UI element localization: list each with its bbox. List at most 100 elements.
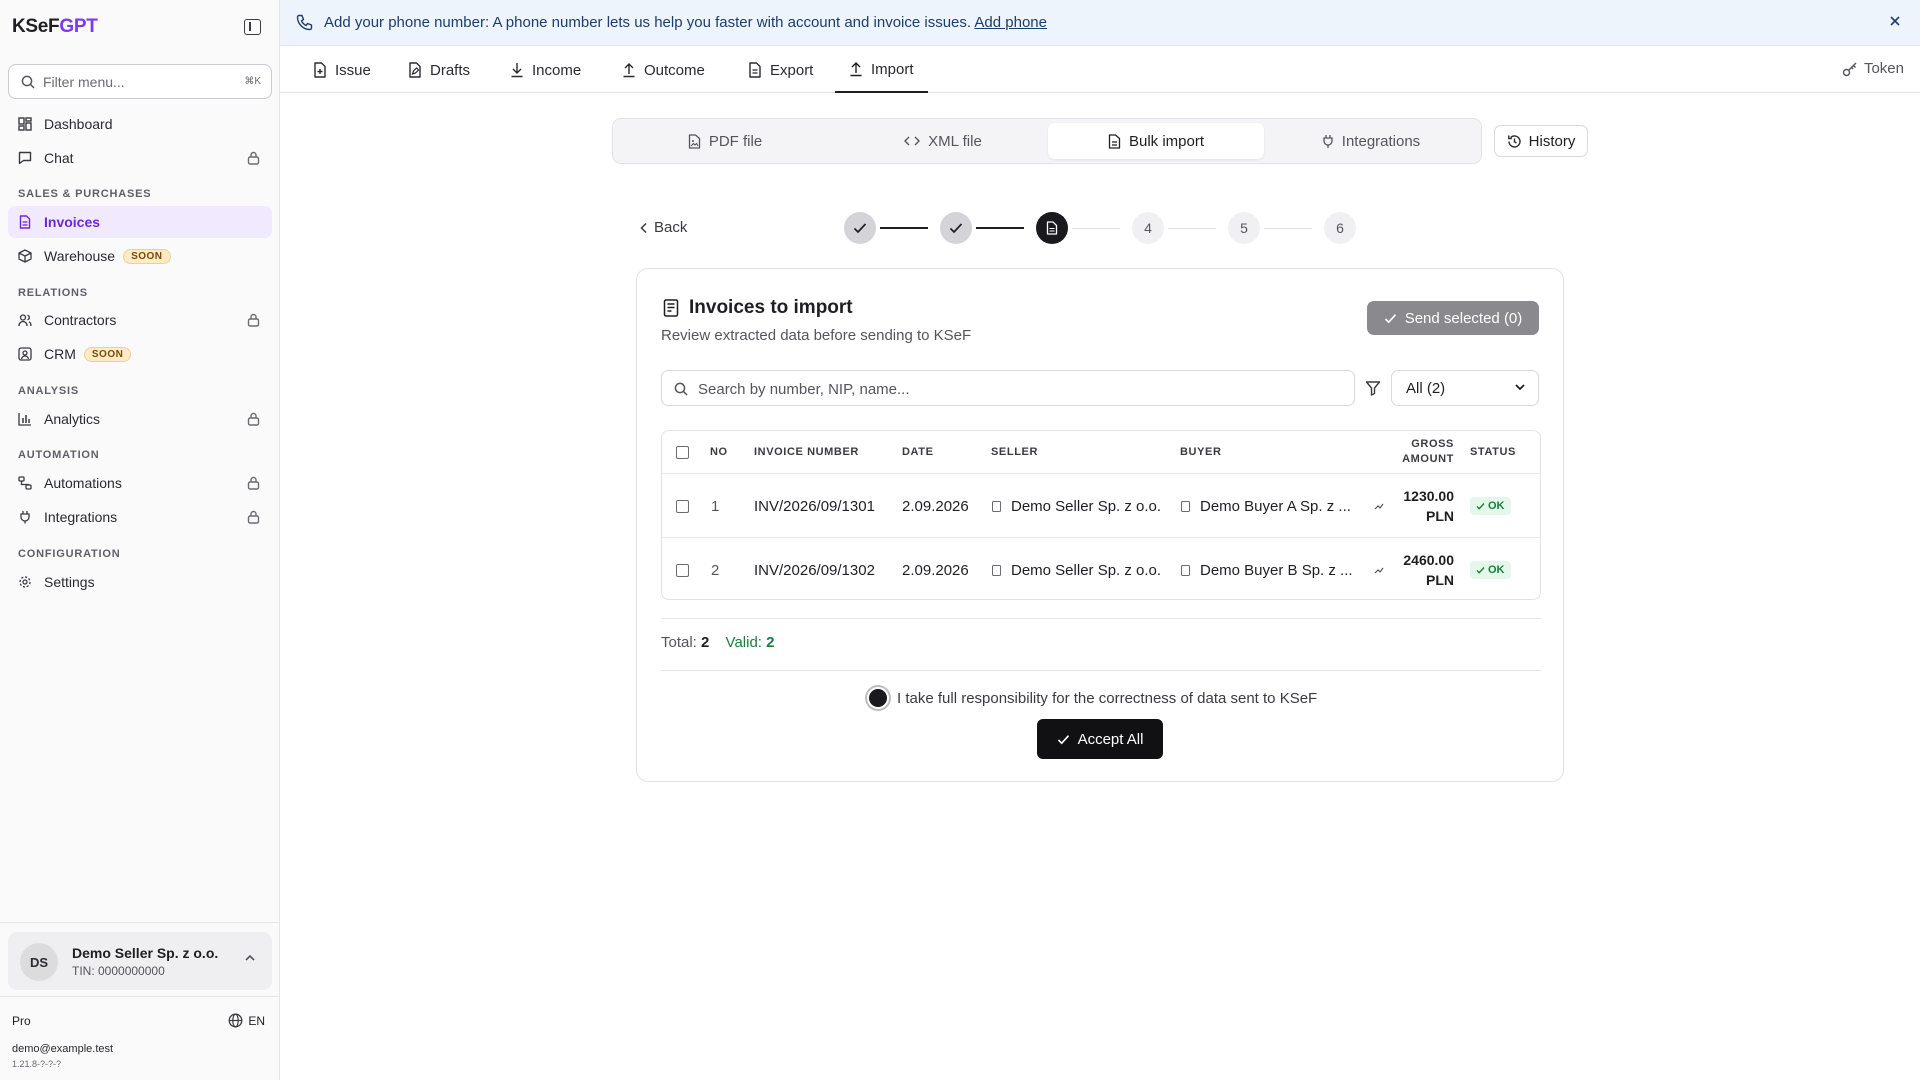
bar-chart-icon xyxy=(18,413,31,426)
check-icon xyxy=(1384,313,1396,323)
status-filter-value: All (2) xyxy=(1406,379,1446,397)
search-icon xyxy=(674,382,688,396)
chevron-left-icon xyxy=(640,222,647,233)
account-switcher[interactable]: DS Demo Seller Sp. z o.o. TIN: 000000000… xyxy=(8,932,272,990)
sidebar-item-label: CRM xyxy=(44,346,76,362)
invoice-search-field[interactable] xyxy=(661,370,1355,406)
tab-issue[interactable]: Issue xyxy=(313,47,371,93)
sidebar: KSeFGPT ⌘K Dashboard Chat SALES & PURCHA… xyxy=(0,0,280,1080)
column-header-status: STATUS xyxy=(1470,446,1516,458)
brand-logo[interactable]: KSeFGPT xyxy=(12,16,98,38)
file-edit-icon xyxy=(409,62,421,78)
sidebar-item-crm[interactable]: CRM SOON xyxy=(8,338,272,370)
tab-bulk-import[interactable]: Bulk import xyxy=(1048,123,1264,159)
add-phone-link[interactable]: Add phone xyxy=(974,14,1047,31)
tab-import[interactable]: Import xyxy=(835,47,928,93)
total-value: 2 xyxy=(701,634,710,651)
buyer-name: Demo Buyer B Sp. z ... xyxy=(1200,561,1353,579)
tab-drafts[interactable]: Drafts xyxy=(408,47,470,93)
sidebar-item-label: Settings xyxy=(44,574,95,590)
row-checkbox[interactable] xyxy=(676,538,689,599)
check-icon xyxy=(1476,503,1485,510)
token-button[interactable]: Token xyxy=(1842,60,1904,77)
check-icon xyxy=(949,223,963,234)
tab-pdf-file[interactable]: PDF file xyxy=(617,123,833,159)
receipt-icon xyxy=(663,299,679,317)
gross-amount: 2460.00 PLN xyxy=(1374,538,1454,599)
status-filter-select[interactable]: All (2) xyxy=(1391,370,1539,406)
table-row[interactable]: 2 INV/2026/09/1302 2.09.2026 Demo Seller… xyxy=(662,537,1540,599)
section-relations: RELATIONS xyxy=(18,287,88,299)
step-connector xyxy=(880,227,928,229)
check-icon xyxy=(1476,567,1485,574)
sidebar-item-warehouse[interactable]: Warehouse SOON xyxy=(8,240,272,272)
select-all-checkbox[interactable] xyxy=(676,431,689,473)
chevron-down-icon xyxy=(1515,384,1525,391)
check-icon xyxy=(853,223,867,234)
seller-name: Demo Seller Sp. z o.o. xyxy=(1011,561,1162,579)
filter-menu-field[interactable]: ⌘K xyxy=(8,64,272,99)
sidebar-toggle-icon[interactable] xyxy=(244,19,261,35)
invoice-search-input[interactable] xyxy=(698,379,1318,399)
avatar: DS xyxy=(20,943,58,981)
column-header-amount: AMOUNT xyxy=(1402,453,1454,465)
sidebar-item-integrations[interactable]: Integrations xyxy=(8,501,272,533)
column-header-invoice-number: INVOICE NUMBER xyxy=(754,446,859,458)
tab-income[interactable]: Income xyxy=(510,47,581,93)
responsibility-radio[interactable] xyxy=(867,687,889,709)
sidebar-item-automations[interactable]: Automations xyxy=(8,467,272,499)
sidebar-item-analytics[interactable]: Analytics xyxy=(8,403,272,435)
gross-amount: 1230.00 PLN xyxy=(1374,474,1454,538)
row-checkbox[interactable] xyxy=(676,474,689,538)
amount-value: 2460.00 xyxy=(1403,552,1454,568)
step-connector xyxy=(1264,228,1312,229)
tab-label: Integrations xyxy=(1341,132,1421,150)
lock-icon xyxy=(247,412,260,426)
seller-cell: Demo Seller Sp. z o.o. xyxy=(992,474,1161,538)
invoices-table: NO INVOICE NUMBER DATE SELLER BUYER GROS… xyxy=(661,430,1541,600)
sidebar-item-label: Automations xyxy=(44,475,122,491)
workflow-icon xyxy=(18,476,32,490)
amount-value: 1230.00 xyxy=(1403,488,1454,504)
plug-icon xyxy=(1323,134,1333,148)
status-text: OK xyxy=(1488,500,1505,512)
phone-banner: Add your phone number: A phone number le… xyxy=(280,0,1920,46)
step-4: 4 xyxy=(1132,212,1164,244)
history-button[interactable]: History xyxy=(1494,125,1588,157)
sidebar-item-settings[interactable]: Settings xyxy=(8,566,272,598)
responsibility-confirmation[interactable]: I take full responsibility for the corre… xyxy=(867,687,1317,709)
filter-menu-input[interactable] xyxy=(43,72,223,92)
tab-export[interactable]: Export xyxy=(748,47,813,93)
soon-badge: SOON xyxy=(123,248,171,264)
column-header-gross-amount: GROSS AMOUNT xyxy=(1358,431,1454,473)
step-6: 6 xyxy=(1324,212,1356,244)
tab-xml-file[interactable]: XML file xyxy=(835,123,1051,159)
status-badge: OK xyxy=(1470,497,1511,515)
tab-label: Outcome xyxy=(644,61,705,79)
sidebar-item-contractors[interactable]: Contractors xyxy=(8,304,272,336)
language-code: EN xyxy=(248,1013,265,1028)
app-version: 1.21.8-?-?-? xyxy=(12,1059,62,1069)
file-plus-icon xyxy=(314,62,326,78)
tab-outcome[interactable]: Outcome xyxy=(622,47,705,93)
back-button[interactable]: Back xyxy=(640,219,687,236)
tab-label: Import xyxy=(871,60,914,78)
file-text-icon xyxy=(1108,133,1121,149)
sidebar-item-chat[interactable]: Chat xyxy=(8,142,272,174)
main-tabs: Issue Drafts Income Outcome Export Impor… xyxy=(280,47,1920,93)
search-icon xyxy=(21,75,35,89)
sidebar-item-dashboard[interactable]: Dashboard xyxy=(8,108,272,140)
sidebar-item-label: Contractors xyxy=(44,312,117,328)
table-row[interactable]: 1 INV/2026/09/1301 2.09.2026 Demo Seller… xyxy=(662,473,1540,538)
step-5: 5 xyxy=(1228,212,1260,244)
column-header-gross: GROSS xyxy=(1411,438,1454,450)
sidebar-item-invoices[interactable]: Invoices xyxy=(8,206,272,238)
close-icon[interactable] xyxy=(1888,14,1902,28)
filter-icon[interactable] xyxy=(1365,380,1381,396)
tab-label: Issue xyxy=(335,61,371,79)
language-switcher[interactable]: EN xyxy=(228,1013,265,1028)
send-selected-button[interactable]: Send selected (0) xyxy=(1367,301,1539,335)
accept-all-button[interactable]: Accept All xyxy=(1037,719,1163,759)
seller-cell: Demo Seller Sp. z o.o. xyxy=(992,538,1162,599)
tab-integrations[interactable]: Integrations xyxy=(1263,123,1479,159)
